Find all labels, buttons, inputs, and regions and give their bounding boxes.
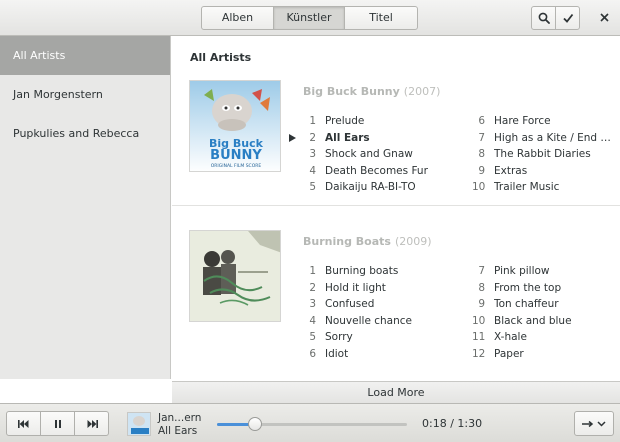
tab-albums[interactable]: Alben xyxy=(202,7,274,29)
check-icon xyxy=(562,13,573,23)
skip-back-icon xyxy=(17,419,28,428)
search-icon xyxy=(538,12,550,24)
skip-forward-icon xyxy=(87,419,98,428)
header-bar: Alben Künstler Titel xyxy=(0,0,620,36)
track-row[interactable]: 7 Pink pillow xyxy=(472,263,572,280)
track-row[interactable]: 11 X-hale xyxy=(472,329,572,346)
track-row-now-playing[interactable]: 2 All Ears xyxy=(289,130,428,147)
chevron-down-icon xyxy=(597,420,606,427)
elapsed-time: 0:18 xyxy=(422,417,447,430)
track-row[interactable]: 9 Extras xyxy=(472,163,612,180)
shuffle-arrow-icon xyxy=(582,420,594,427)
track-row[interactable]: 8 The Rabbit Diaries xyxy=(472,146,612,163)
album-cover[interactable]: Big Buck BUNNY ORIGINAL FILM SCORE xyxy=(189,80,281,172)
progress-handle[interactable] xyxy=(248,417,262,431)
progress-scale[interactable] xyxy=(217,417,407,431)
track-row[interactable]: 3 Shock and Gnaw xyxy=(303,146,428,163)
next-button[interactable] xyxy=(75,412,108,435)
album-cover[interactable] xyxy=(189,230,281,322)
track-row[interactable]: 3 Confused xyxy=(303,296,412,313)
track-row[interactable]: 6 Idiot xyxy=(303,346,412,363)
svg-text:BUNNY: BUNNY xyxy=(210,148,262,163)
pause-button[interactable] xyxy=(41,412,75,435)
album-big-buck-bunny: Big Buck BUNNY ORIGINAL FILM SCORE Big B… xyxy=(172,80,620,206)
sidebar-item-pupkulies-and-rebecca[interactable]: Pupkulies and Rebecca xyxy=(0,114,170,153)
track-row[interactable]: 1 Prelude xyxy=(303,113,428,130)
view-switcher: Alben Künstler Titel xyxy=(201,6,418,30)
pause-icon xyxy=(54,419,61,428)
load-more-button[interactable]: Load More xyxy=(172,381,620,403)
time-separator: / xyxy=(450,417,454,430)
track-column-left: 1 Prelude 2 All Ears 3 Shock and Gnaw 4 Deat… xyxy=(289,113,428,196)
album-header[interactable]: Burning Boats (2009) xyxy=(303,235,432,248)
track-column-left: 1 Burning boats 2 Hold it light 3 Confused … xyxy=(303,263,412,362)
time-display: 0:18 / 1:30 xyxy=(422,417,482,430)
select-button[interactable] xyxy=(555,6,580,30)
artist-albums-view: All Artists Big Buck BUNNY ORIGINAL FILM… xyxy=(172,36,620,379)
now-playing-icon xyxy=(289,133,296,142)
track-row[interactable]: 5 Sorry xyxy=(303,329,412,346)
previous-button[interactable] xyxy=(7,412,41,435)
track-row[interactable]: 7High as a Kite / End Cra... xyxy=(472,130,612,147)
track-row[interactable]: 8 From the top xyxy=(472,280,572,297)
sidebar-item-jan-morgenstern[interactable]: Jan Morgenstern xyxy=(0,75,170,114)
artist-sidebar: All Artists Jan Morgenstern Pupkulies an… xyxy=(0,36,171,379)
track-column-right: 6Hare Force 7High as a Kite / End Cra...… xyxy=(472,113,612,196)
track-row[interactable]: 4 Death Becomes Fur xyxy=(303,163,428,180)
svg-text:ORIGINAL FILM SCORE: ORIGINAL FILM SCORE xyxy=(211,163,262,169)
album-year: (2009) xyxy=(394,235,432,248)
repeat-mode-button[interactable] xyxy=(574,411,614,436)
now-playing-cover xyxy=(127,412,151,436)
album-title: Big Buck Bunny xyxy=(303,85,400,98)
track-column-right: 7 Pink pillow 8 From the top 9 Ton chaffeur… xyxy=(472,263,572,362)
track-row[interactable]: 5 Daikaiju RA-BI-TO xyxy=(303,179,428,196)
track-row[interactable]: 2 Hold it light xyxy=(303,280,412,297)
tab-songs[interactable]: Titel xyxy=(345,7,417,29)
now-playing-artist: Jan...ern xyxy=(158,412,202,424)
playback-controls xyxy=(6,411,109,436)
sidebar-item-all-artists[interactable]: All Artists xyxy=(0,36,170,75)
player-toolbar: Jan...ern All Ears 0:18 / 1:30 xyxy=(0,403,620,442)
close-icon xyxy=(599,12,609,22)
album-title: Burning Boats xyxy=(303,235,391,248)
tab-artists[interactable]: Künstler xyxy=(274,7,345,29)
track-row[interactable]: 6 Hare Force xyxy=(472,113,612,130)
album-year: (2007) xyxy=(403,85,441,98)
track-row[interactable]: 9 Ton chaffeur xyxy=(472,296,572,313)
track-row[interactable]: 10 Black and blue xyxy=(472,313,572,330)
album-header[interactable]: Big Buck Bunny (2007) xyxy=(303,85,440,98)
total-time: 1:30 xyxy=(457,417,483,430)
page-title: All Artists xyxy=(190,51,252,64)
close-button[interactable] xyxy=(596,9,612,25)
now-playing-title: All Ears xyxy=(158,425,198,437)
track-row[interactable]: 1 Burning boats xyxy=(303,263,412,280)
album-burning-boats: Burning Boats (2009) 1 Burning boats 2 Hold… xyxy=(172,230,620,370)
search-button[interactable] xyxy=(531,6,556,30)
track-row[interactable]: 10 Trailer Music xyxy=(472,179,612,196)
track-row[interactable]: 12 Paper xyxy=(472,346,572,363)
track-row[interactable]: 4 Nouvelle chance xyxy=(303,313,412,330)
